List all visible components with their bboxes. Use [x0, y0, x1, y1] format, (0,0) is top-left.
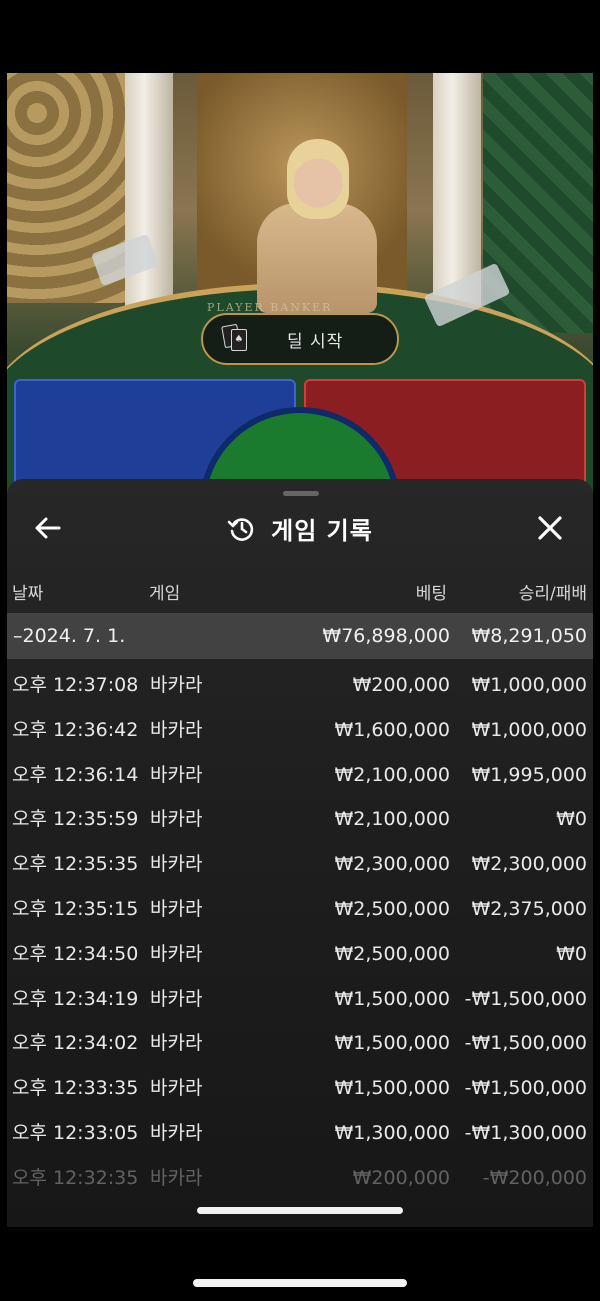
row-time: 오후 12:35:15: [12, 897, 139, 920]
deal-start-label: 딜 시작: [287, 331, 344, 352]
close-button[interactable]: [535, 513, 565, 543]
row-win-loss: -₩1,500,000: [464, 1077, 587, 1100]
dealer: [257, 203, 377, 313]
row-win-loss: ₩1,000,000: [471, 674, 587, 696]
row-bet: ₩2,500,000: [334, 897, 450, 920]
row-bet: ₩200,000: [352, 1166, 450, 1189]
summary-win-loss-total: ₩8,291,050: [471, 625, 587, 647]
row-time: 오후 12:35:59: [12, 808, 139, 831]
row-bet: ₩200,000: [352, 674, 450, 696]
column-header-date: 날짜: [12, 584, 44, 604]
row-win-loss: -₩1,300,000: [464, 1121, 587, 1144]
home-indicator[interactable]: [193, 1279, 407, 1287]
table-row[interactable]: 오후 12:34:02 바카라 ₩1,500,000 -₩1,500,000: [7, 1021, 593, 1066]
row-time: 오후 12:32:35: [12, 1166, 139, 1189]
table-row[interactable]: 오후 12:34:19 바카라 ₩1,500,000 -₩1,500,000: [7, 977, 593, 1022]
row-win-loss: -₩200,000: [482, 1166, 587, 1189]
row-time: 오후 12:33:05: [12, 1121, 139, 1144]
row-bet: ₩2,500,000: [334, 942, 450, 965]
row-bet: ₩1,600,000: [334, 718, 450, 741]
title-group: 게임 기록: [7, 511, 593, 546]
summary-date: –2024. 7. 1.: [13, 625, 126, 647]
column-header-game: 게임: [149, 584, 181, 604]
row-bet: ₩1,500,000: [334, 1077, 450, 1100]
row-win-loss: ₩0: [556, 942, 587, 965]
table-row[interactable]: 오후 12:32:35 바카라 ₩200,000 -₩200,000: [7, 1156, 593, 1201]
sheet-header: 게임 기록: [7, 505, 593, 551]
row-win-loss: -₩1,500,000: [464, 1032, 587, 1055]
row-game: 바카라: [150, 853, 203, 876]
sheet-title: 게임 기록: [271, 517, 373, 545]
deal-start-button[interactable]: ♠ 딜 시작: [201, 313, 399, 365]
history-icon: [227, 514, 257, 544]
table-row[interactable]: 오후 12:36:42 바카라 ₩1,600,000 ₩1,000,000: [7, 708, 593, 753]
pillar: [125, 73, 173, 323]
row-win-loss: ₩1,000,000: [471, 718, 587, 741]
summary-bet-total: ₩76,898,000: [322, 625, 450, 647]
live-video-stream: PLAYER BANKER ♠ 딜 시작: [7, 73, 593, 533]
row-win-loss: ₩0: [556, 808, 587, 831]
column-header-win-loss: 승리/패배: [518, 584, 587, 604]
table-row[interactable]: 오후 12:34:50 바카라 ₩2,500,000 ₩0: [7, 932, 593, 977]
table-row[interactable]: 오후 12:37:08 바카라 ₩200,000 ₩1,000,000: [7, 663, 593, 708]
row-time: 오후 12:34:02: [12, 1032, 139, 1055]
dealer-head: [287, 139, 349, 219]
row-game: 바카라: [150, 1121, 203, 1144]
sheet-drag-handle[interactable]: [283, 491, 319, 496]
table-row[interactable]: 오후 12:35:35 바카라 ₩2,300,000 ₩2,300,000: [7, 842, 593, 887]
row-game: 바카라: [150, 987, 203, 1010]
row-bet: ₩2,100,000: [334, 808, 450, 831]
cards-icon: ♠: [221, 323, 249, 353]
row-game: 바카라: [150, 718, 203, 741]
row-game: 바카라: [150, 942, 203, 965]
row-time: 오후 12:33:35: [12, 1077, 139, 1100]
table-row[interactable]: 오후 12:33:05 바카라 ₩1,300,000 -₩1,300,000: [7, 1111, 593, 1156]
row-game: 바카라: [150, 897, 203, 920]
row-win-loss: ₩2,375,000: [471, 897, 587, 920]
row-time: 오후 12:36:42: [12, 718, 139, 741]
row-bet: ₩2,100,000: [334, 763, 450, 786]
row-time: 오후 12:35:35: [12, 853, 139, 876]
row-game: 바카라: [150, 763, 203, 786]
row-game: 바카라: [150, 1166, 203, 1189]
row-time: 오후 12:37:08: [12, 674, 139, 696]
row-game: 바카라: [150, 674, 203, 696]
row-win-loss: -₩1,500,000: [464, 987, 587, 1010]
close-icon: [535, 513, 565, 543]
table-row[interactable]: 오후 12:35:59 바카라 ₩2,100,000 ₩0: [7, 797, 593, 842]
row-game: 바카라: [150, 1077, 203, 1100]
date-summary-row[interactable]: –2024. 7. 1. ₩76,898,000 ₩8,291,050: [7, 613, 593, 659]
table-row[interactable]: 오후 12:35:15 바카라 ₩2,500,000 ₩2,375,000: [7, 887, 593, 932]
row-bet: ₩1,300,000: [334, 1121, 450, 1144]
column-header-bet: 베팅: [415, 584, 447, 604]
row-time: 오후 12:34:19: [12, 987, 139, 1010]
row-win-loss: ₩1,995,000: [471, 763, 587, 786]
row-game: 바카라: [150, 1032, 203, 1055]
table-row[interactable]: 오후 12:33:35 바카라 ₩1,500,000 -₩1,500,000: [7, 1066, 593, 1111]
sheet-home-indicator: [197, 1207, 403, 1214]
history-list: 오후 12:37:08 바카라 ₩200,000 ₩1,000,000 오후 1…: [7, 663, 593, 1201]
game-history-sheet: 게임 기록 날짜 게임 베팅 승리/패배 –2024. 7. 1. ₩76,89…: [7, 479, 593, 1227]
row-time: 오후 12:34:50: [12, 942, 139, 965]
row-bet: ₩1,500,000: [334, 987, 450, 1010]
row-win-loss: ₩2,300,000: [471, 853, 587, 876]
table-header: 날짜 게임 베팅 승리/패배: [7, 579, 593, 607]
table-row[interactable]: 오후 12:36:14 바카라 ₩2,100,000 ₩1,995,000: [7, 753, 593, 798]
row-bet: ₩1,500,000: [334, 1032, 450, 1055]
row-bet: ₩2,300,000: [334, 853, 450, 876]
row-game: 바카라: [150, 808, 203, 831]
row-time: 오후 12:36:14: [12, 763, 139, 786]
